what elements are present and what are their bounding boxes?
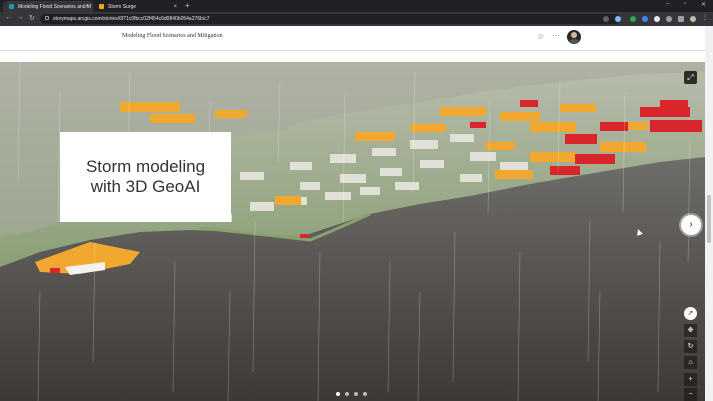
close-window-icon[interactable]: ✕ xyxy=(701,1,706,8)
tab-label: Storm Surge xyxy=(108,3,137,10)
extension-icon[interactable] xyxy=(630,16,636,22)
carousel-dot[interactable] xyxy=(345,392,349,396)
forward-icon[interactable]: → xyxy=(17,14,24,21)
rotate-icon[interactable]: ↻ xyxy=(684,340,697,353)
maximize-icon[interactable]: ▫ xyxy=(684,1,686,7)
3d-scene-viewer[interactable]: Storm modeling with 3D GeoAI ⤢ › ➚ ✥ ↻ ⌂… xyxy=(0,62,705,401)
bookmark-star-icon[interactable] xyxy=(615,16,621,22)
zoom-in-button[interactable]: + xyxy=(684,373,697,386)
profile-avatar-icon[interactable] xyxy=(690,16,696,22)
flood-scene-graphic xyxy=(0,62,705,401)
story-title: Modeling Flood Scenarios and Mitigation xyxy=(122,33,223,39)
puzzle-icon[interactable] xyxy=(666,16,672,22)
next-slide-button[interactable]: › xyxy=(681,215,701,235)
browser-menu-icon[interactable]: ⋮ xyxy=(702,14,708,21)
storymaps-favicon-icon xyxy=(9,4,14,9)
header-spacer xyxy=(0,51,705,62)
fullscreen-expand-icon[interactable]: ⤢ xyxy=(684,71,697,84)
lock-icon[interactable] xyxy=(45,16,49,20)
slide-heading-line-2: with 3D GeoAI xyxy=(90,177,201,196)
storm-surge-favicon-icon xyxy=(99,4,104,9)
slide-title-card: Storm modeling with 3D GeoAI xyxy=(60,132,231,222)
browser-toolbar: ← → ↻ storymaps.arcgis.com/stories/6f71c… xyxy=(0,12,713,26)
zoom-out-button[interactable]: − xyxy=(684,388,697,401)
extension-icon[interactable] xyxy=(642,16,648,22)
slide-heading: Storm modeling with 3D GeoAI xyxy=(86,157,205,197)
compass-icon[interactable]: ➚ xyxy=(684,307,697,320)
author-avatar[interactable] xyxy=(567,30,581,44)
bookmark-icon[interactable]: ☆ xyxy=(537,32,544,41)
slide-heading-line-1: Storm modeling xyxy=(85,157,206,176)
more-options-icon[interactable]: ··· xyxy=(552,31,560,40)
browser-tab-strip: Modeling Flood Scenarios and M × Storm S… xyxy=(0,0,713,12)
home-icon[interactable]: ⌂ xyxy=(684,356,697,369)
carousel-dot[interactable] xyxy=(354,392,358,396)
back-icon[interactable]: ← xyxy=(5,14,12,21)
share-icon[interactable] xyxy=(603,16,609,22)
tab-close-icon[interactable]: × xyxy=(85,4,89,10)
tab-close-icon[interactable]: × xyxy=(173,4,177,10)
side-panel-icon[interactable] xyxy=(678,16,684,22)
story-header: Modeling Flood Scenarios and Mitigation … xyxy=(0,26,705,51)
scrollbar-thumb[interactable] xyxy=(707,195,711,243)
tab-label: Modeling Flood Scenarios and M xyxy=(18,3,92,10)
carousel-indicator xyxy=(336,392,367,396)
tab-storm-surge[interactable]: Storm Surge × xyxy=(93,1,181,12)
pan-icon[interactable]: ✥ xyxy=(684,324,697,337)
reload-icon[interactable]: ↻ xyxy=(29,14,35,22)
url-text: storymaps.arcgis.com/stories/6f71c0fbcc0… xyxy=(53,16,210,22)
new-tab-button[interactable]: + xyxy=(185,1,190,10)
tab-modeling-flood[interactable]: Modeling Flood Scenarios and M × xyxy=(3,1,93,12)
carousel-dot[interactable] xyxy=(363,392,367,396)
address-bar[interactable]: storymaps.arcgis.com/stories/6f71c0fbcc0… xyxy=(40,14,620,24)
minimize-icon[interactable]: – xyxy=(666,1,669,7)
carousel-dot[interactable] xyxy=(336,392,340,396)
extension-icon[interactable] xyxy=(654,16,660,22)
